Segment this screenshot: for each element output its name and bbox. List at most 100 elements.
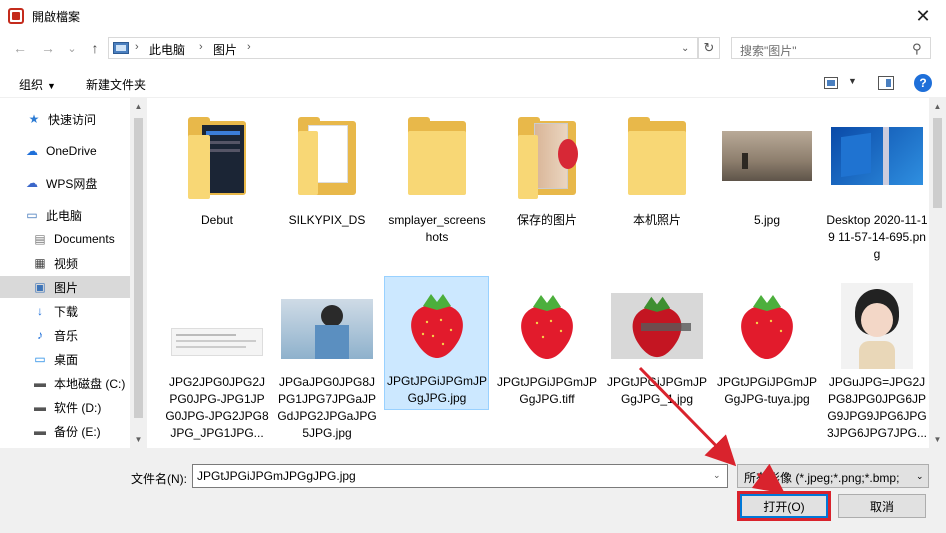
file-item[interactable]: JPGtJPGiJPGmJPGgJPG_1.jpg [605, 278, 709, 438]
file-item-selected[interactable]: JPGtJPGiJPGmJPGgJPG.jpg [384, 276, 489, 410]
organize-label: 组织 [19, 78, 44, 92]
file-name: 保存的图片 [516, 213, 577, 227]
file-item[interactable]: JPGaJPG0JPG8JPG1JPG7JPGaJPGdJPG2JPGaJPG5… [275, 278, 379, 440]
breadcrumb-pictures[interactable]: 图片 [213, 41, 237, 58]
file-list-scrollbar[interactable]: ▲ ▼ [929, 98, 946, 448]
image-thumbnail [715, 108, 819, 204]
scroll-up-icon[interactable]: ▲ [130, 98, 147, 115]
up-arrow-icon[interactable]: ↑ [85, 38, 105, 58]
dialog-footer: 文件名(N): JPGtJPGiJPGmJPGgJPG.jpg ⌄ 所有影像 (… [0, 448, 946, 533]
file-item[interactable]: JPGtJPGiJPGmJPGgJPG.tiff [495, 278, 599, 438]
sidebar-item-videos[interactable]: ▦ 视频 [0, 252, 130, 274]
folder-icon [495, 108, 599, 204]
file-name: 5.jpg [753, 213, 781, 227]
sidebar-item-quick-access[interactable]: ★ 快速访问 [0, 108, 130, 130]
file-item[interactable]: JPG2JPG0JPG2JPG0JPG-JPG1JPG0JPG-JPG2JPG8… [165, 278, 269, 440]
forward-arrow-icon[interactable]: → [38, 38, 58, 58]
file-item[interactable]: Desktop 2020-11-19 11-57-14-695.png [825, 108, 929, 278]
folder-icon [605, 108, 709, 204]
file-list: Debut SILKYPIX_DS smplayer_screenshots 保… [147, 98, 929, 448]
title-bar: 開啟檔案 ✕ [0, 0, 946, 32]
image-thumbnail [825, 108, 929, 204]
sidebar-item-drive-e[interactable]: ▬ 备份 (E:) [0, 420, 130, 442]
file-name: JPGtJPGiJPGmJPGgJPG.jpg [386, 374, 487, 405]
drive-icon: ▬ [34, 376, 46, 390]
strawberry-icon [411, 294, 463, 358]
breadcrumb-separator-icon: › [247, 41, 251, 53]
chevron-down-icon[interactable]: ⌄ [681, 43, 689, 54]
breadcrumb-separator-icon: › [135, 41, 139, 53]
file-item[interactable]: Debut [165, 108, 269, 258]
address-bar[interactable]: › 此电脑 › 图片 › ⌄ [108, 37, 698, 59]
search-icon[interactable]: ⚲ [912, 41, 922, 57]
pictures-icon: ▣ [34, 280, 46, 294]
sidebar-item-documents[interactable]: ▤ Documents [0, 228, 130, 250]
documents-icon: ▤ [34, 232, 46, 246]
sidebar-scrollbar[interactable]: ▲ ▼ [130, 98, 147, 448]
sidebar-item-this-pc[interactable]: ▭ 此电脑 [0, 204, 130, 226]
file-type-select[interactable]: 所有影像 (*.jpeg;*.png;*.bmp; ⌄ [737, 464, 929, 488]
file-item[interactable]: SILKYPIX_DS [275, 108, 379, 258]
video-icon: ▦ [34, 256, 46, 270]
sidebar-item-label: 下载 [54, 304, 79, 319]
desktop-icon: ▭ [34, 352, 46, 366]
organize-button[interactable]: 组织 ▼ [19, 76, 56, 93]
file-item[interactable]: 保存的图片 [495, 108, 599, 258]
file-name: JPG2JPG0JPG2JPG0JPG-JPG1JPG0JPG-JPG2JPG8… [165, 375, 269, 440]
scrollbar-thumb[interactable] [933, 118, 942, 208]
file-name: Desktop 2020-11-19 11-57-14-695.png [826, 213, 928, 261]
sidebar-item-label: 图片 [54, 280, 79, 295]
file-name: SILKYPIX_DS [288, 213, 366, 227]
refresh-icon[interactable]: ↻ [698, 37, 720, 59]
file-name: JPGtJPGiJPGmJPGgJPG-tuya.jpg [716, 375, 817, 406]
file-item[interactable]: smplayer_screenshots [385, 108, 489, 258]
command-toolbar: 组织 ▼ 新建文件夹 ▼ ? [0, 68, 946, 98]
image-thumbnail [825, 278, 929, 374]
sidebar-item-label: 此电脑 [46, 208, 83, 223]
chevron-down-icon[interactable]: ⌄ [713, 470, 721, 481]
preview-pane-icon[interactable] [878, 76, 894, 90]
recent-locations-icon[interactable]: ⌄ [62, 38, 82, 58]
file-item[interactable]: 5.jpg [715, 108, 819, 258]
image-thumbnail [275, 278, 379, 374]
help-icon[interactable]: ? [914, 74, 932, 92]
file-item[interactable]: JPGuJPG=JPG2JPG8JPG0JPG6JPG9JPG9JPG6JPG3… [825, 278, 929, 448]
view-mode-icon[interactable] [824, 77, 838, 89]
sidebar-item-label: 快速访问 [48, 112, 97, 127]
scroll-up-icon[interactable]: ▲ [929, 98, 946, 115]
chevron-down-icon[interactable]: ▼ [848, 76, 857, 86]
sidebar-item-pictures[interactable]: ▣ 图片 [0, 276, 130, 298]
sidebar-item-music[interactable]: ♪ 音乐 [0, 324, 130, 346]
sidebar-item-desktop[interactable]: ▭ 桌面 [0, 348, 130, 370]
folder-icon [165, 108, 269, 204]
new-folder-button[interactable]: 新建文件夹 [86, 76, 146, 93]
search-placeholder: 搜索"图片" [740, 44, 797, 58]
filename-input[interactable]: JPGtJPGiJPGmJPGgJPG.jpg ⌄ [192, 464, 728, 488]
sidebar-item-downloads[interactable]: ↓ 下载 [0, 300, 130, 322]
sidebar-item-label: 软件 (D:) [54, 400, 102, 415]
close-icon[interactable]: ✕ [900, 0, 946, 32]
sidebar-item-onedrive[interactable]: ☁ OneDrive [0, 140, 130, 162]
strawberry-image-thumbnail [385, 277, 489, 373]
scroll-down-icon[interactable]: ▼ [929, 431, 946, 448]
strawberry-image-thumbnail [605, 278, 709, 374]
file-item[interactable]: JPGtJPGiJPGmJPGgJPG-tuya.jpg [715, 278, 819, 438]
sidebar-item-label: 视频 [54, 256, 79, 271]
sidebar-item-drive-c[interactable]: ▬ 本地磁盘 (C:) [0, 372, 130, 394]
back-arrow-icon[interactable]: ← [10, 38, 30, 58]
file-name: 本机照片 [632, 213, 681, 227]
scroll-down-icon[interactable]: ▼ [130, 431, 147, 448]
sidebar-item-drive-d[interactable]: ▬ 软件 (D:) [0, 396, 130, 418]
file-item[interactable]: 本机照片 [605, 108, 709, 258]
navigation-pane: ★ 快速访问 ☁ OneDrive ☁ WPS网盘 ▭ 此电脑 ▤ Docume… [0, 98, 147, 448]
open-button[interactable]: 打开(O) [740, 494, 828, 518]
breadcrumb-this-pc[interactable]: 此电脑 [149, 41, 185, 58]
wps-cloud-icon: ☁ [26, 176, 38, 190]
chevron-down-icon: ⌄ [916, 471, 924, 481]
scrollbar-thumb[interactable] [134, 118, 143, 418]
cancel-button[interactable]: 取消 [838, 494, 926, 518]
sidebar-item-wps[interactable]: ☁ WPS网盘 [0, 172, 130, 194]
computer-icon: ▭ [26, 208, 38, 222]
search-input[interactable]: 搜索"图片" ⚲ [731, 37, 931, 59]
file-name: smplayer_screenshots [388, 213, 486, 244]
